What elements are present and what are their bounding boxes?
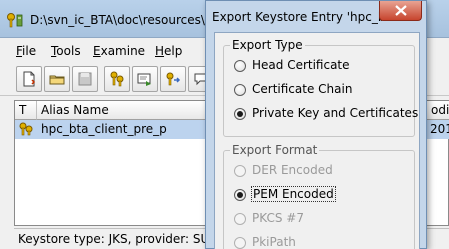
save-keystore-button[interactable] <box>72 66 98 92</box>
radio-button[interactable] <box>234 165 246 177</box>
open-keystore-button[interactable] <box>44 66 70 92</box>
export-type-label: Export Type <box>230 38 305 52</box>
certificate-icon <box>137 73 151 86</box>
radio-button[interactable] <box>234 84 246 96</box>
keytool-app-icon <box>6 12 24 28</box>
radio-label: PEM Encoded <box>251 186 336 202</box>
radio-label: PkiPath <box>252 235 296 249</box>
status-text: Keystore type: JKS, provider: SUN, <box>18 232 223 246</box>
key-import-icon <box>166 72 181 86</box>
alias-cell: hpc_bta_client_pre_p <box>41 122 167 136</box>
menu-examine[interactable]: Examine <box>93 44 145 58</box>
radio-button[interactable] <box>234 213 246 225</box>
radio-label: PKCS #7 <box>252 211 304 225</box>
export-keystore-entry-dialog: Export Keystore Entry 'hpc_b... Export T… <box>205 0 427 249</box>
radio-button[interactable] <box>234 189 246 201</box>
radio-button[interactable] <box>234 60 246 72</box>
column-header-type[interactable]: T <box>15 101 37 120</box>
import-certificate-button[interactable] <box>132 66 158 92</box>
open-folder-icon <box>49 75 65 85</box>
export-format-group: Export Format DER Encoded PEM Encoded PK… <box>223 143 415 249</box>
dialog-close-button[interactable] <box>379 1 422 21</box>
menu-tools[interactable]: Tools <box>51 44 81 58</box>
radio-label: Private Key and Certificates <box>252 106 419 120</box>
import-keypair-button[interactable] <box>160 66 186 92</box>
menu-help[interactable]: Help <box>155 44 182 58</box>
keypair-icon <box>110 71 124 87</box>
generate-keypair-button[interactable] <box>104 66 130 92</box>
save-disk-icon <box>78 72 92 86</box>
export-type-group: Export Type Head Certificate Certificate… <box>223 38 419 137</box>
export-format-label: Export Format <box>230 143 320 157</box>
dialog-title: Export Keystore Entry 'hpc_b... <box>212 10 382 24</box>
radio-label: Certificate Chain <box>252 82 353 96</box>
radio-label: DER Encoded <box>252 163 333 177</box>
menu-file[interactable]: File <box>16 44 36 58</box>
new-keystore-button[interactable] <box>16 66 42 92</box>
close-icon <box>395 5 407 16</box>
new-document-icon <box>23 71 36 87</box>
dialog-body: Export Type Head Certificate Certificate… <box>214 32 420 249</box>
keypair-entry-icon <box>18 122 34 139</box>
modified-cell: 201 <box>430 122 449 136</box>
radio-label: Head Certificate <box>252 58 350 72</box>
radio-button[interactable] <box>234 237 246 249</box>
main-window-title: D:\svn_ic_BTA\doc\resources\cer <box>30 13 224 27</box>
column-header-modified[interactable]: odif <box>427 101 449 120</box>
radio-button[interactable] <box>234 108 246 120</box>
